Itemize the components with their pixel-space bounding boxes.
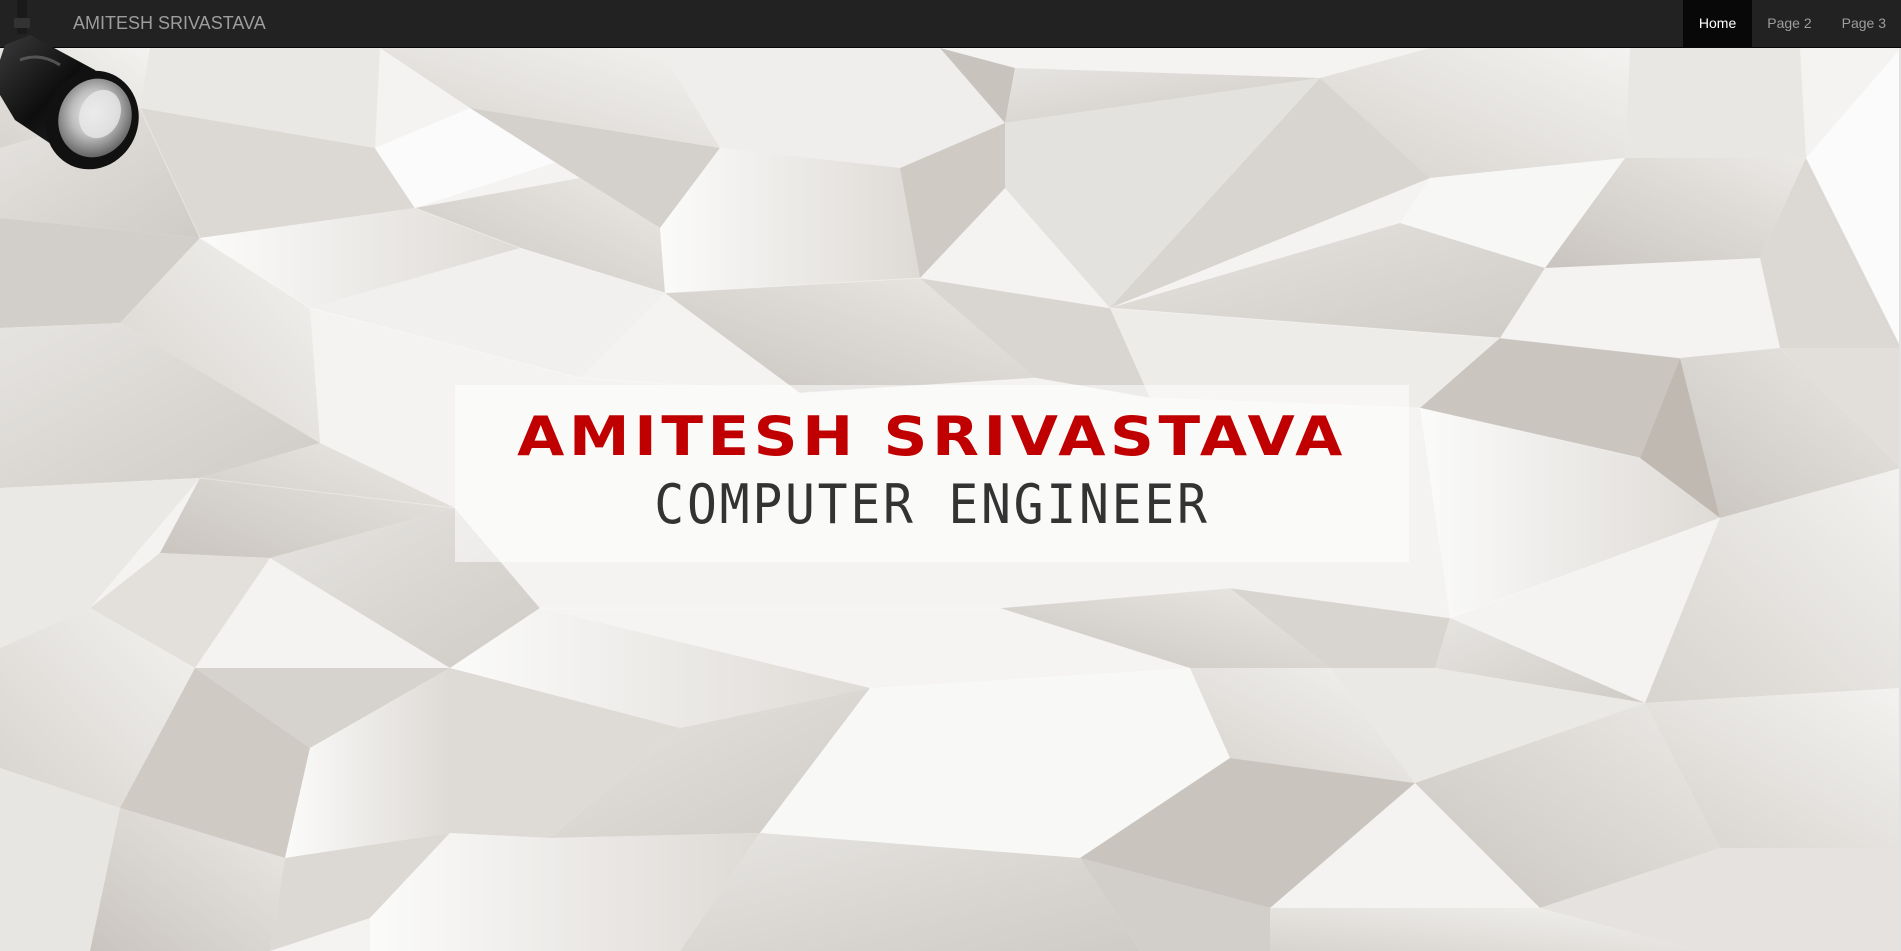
navbar: AMITESH SRIVASTAVA Home Page 2 Page 3 <box>0 0 1901 48</box>
hero-panel: AMITESH SRIVASTAVA COMPUTER ENGINEER <box>455 385 1409 562</box>
nav-link-page-2[interactable]: Page 2 <box>1752 0 1826 48</box>
hero-role: COMPUTER ENGINEER <box>654 473 1210 536</box>
nav-menu: Home Page 2 Page 3 <box>1682 0 1901 48</box>
nav-item-home[interactable]: Home <box>1682 0 1753 48</box>
hero-name: AMITESH SRIVASTAVA <box>517 405 1347 468</box>
spotlight-icon <box>0 0 150 180</box>
nav-item-page-2[interactable]: Page 2 <box>1752 0 1826 48</box>
nav-link-home[interactable]: Home <box>1682 0 1753 48</box>
page: AMITESH SRIVASTAVA Home Page 2 Page 3 AM… <box>0 0 1901 951</box>
nav-link-page-3[interactable]: Page 3 <box>1827 0 1901 48</box>
nav-item-page-3[interactable]: Page 3 <box>1827 0 1901 48</box>
